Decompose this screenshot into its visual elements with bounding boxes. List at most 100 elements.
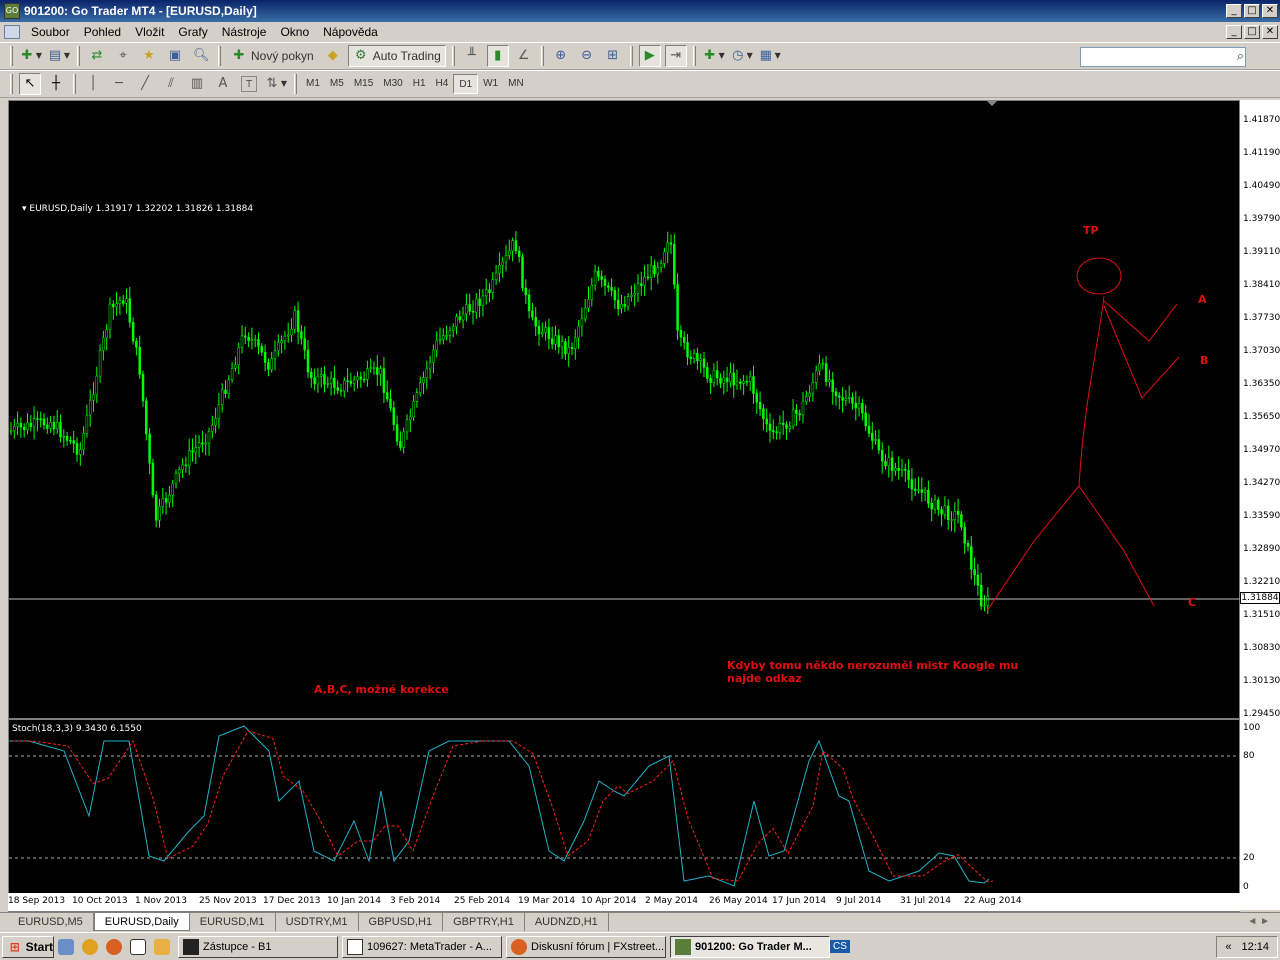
timeframe-m15[interactable]: M15 [349, 74, 378, 94]
candle-body [854, 403, 858, 409]
tab-eurusd-daily[interactable]: EURUSD,Daily [93, 913, 190, 931]
fibonacci-tool[interactable]: ▥ [186, 73, 208, 95]
timeframe-h1[interactable]: H1 [408, 74, 431, 94]
menu-vlozit[interactable]: Vložit [128, 25, 171, 39]
templates-button[interactable]: ▦ ▼ [758, 45, 782, 67]
date-axis[interactable]: 18 Sep 2013 10 Oct 2013 1 Nov 2013 25 Nov 2… [8, 893, 1240, 911]
language-indicator[interactable]: CS [830, 940, 850, 953]
metaeditor-button[interactable]: ◆ [322, 45, 344, 67]
chart-window-icon[interactable] [4, 25, 20, 39]
chart-shift-button[interactable]: ⇥ [664, 45, 687, 67]
cursor-tool[interactable]: ↖ [19, 73, 41, 95]
annotation-c[interactable]: C [1188, 596, 1196, 609]
timeframe-h4[interactable]: H4 [431, 74, 454, 94]
periods-button[interactable]: ◷ ▼ [730, 45, 754, 67]
start-button[interactable]: ⊞ Start [2, 935, 54, 958]
stick-figure-drawing[interactable] [986, 257, 1180, 612]
timeframe-m1[interactable]: M1 [301, 74, 325, 94]
bar-chart-button[interactable]: ╨ [461, 45, 483, 67]
tab-gbpusd-h1[interactable]: GBPUSD,H1 [359, 913, 444, 931]
close-button[interactable]: ✕ [1262, 4, 1278, 18]
tray-expand-button[interactable]: « [1225, 941, 1231, 953]
label-tool[interactable]: T [238, 73, 260, 95]
timeframe-w1[interactable]: W1 [478, 74, 503, 94]
tab-usdtry-m1[interactable]: USDTRY,M1 [276, 913, 359, 931]
chart-minimize-button[interactable]: _ [1226, 25, 1242, 39]
quicklaunch-firefox-icon[interactable] [106, 938, 122, 955]
horizontal-line-tool[interactable]: ─ [108, 73, 130, 95]
candle-body [577, 325, 580, 339]
task-metatrader[interactable]: 109627: MetaTrader - A... [342, 935, 502, 958]
menu-napoveda[interactable]: Nápověda [316, 25, 385, 39]
menu-nastroje[interactable]: Nástroje [215, 25, 274, 39]
annotation-abc-note[interactable]: A,B,C, možné korekce [314, 683, 449, 696]
indicators-button[interactable]: ✚ ▼ [702, 45, 726, 67]
chart-window[interactable]: ▾ EURUSD,Daily 1.31917 1.32202 1.31826 1… [8, 100, 1241, 913]
price-axis[interactable]: 1.41870 1.41190 1.40490 1.39790 1.39110 1.384… [1240, 100, 1280, 910]
menu-soubor[interactable]: Soubor [24, 25, 77, 39]
menu-grafy[interactable]: Grafy [171, 25, 214, 39]
candlestick-button[interactable]: ▮ [486, 45, 509, 67]
menu-pohled[interactable]: Pohled [77, 25, 128, 39]
quicklaunch-desktop-icon[interactable] [130, 938, 146, 955]
quicklaunch-app-icon[interactable] [154, 938, 170, 955]
market-watch-button[interactable]: ⇄ [86, 45, 108, 67]
timeframe-m30[interactable]: M30 [378, 74, 407, 94]
quicklaunch-media-icon[interactable] [82, 938, 98, 955]
candle-body [811, 382, 815, 394]
tab-eurusd-m5[interactable]: EURUSD,M5 [8, 913, 94, 931]
task-fxstreet[interactable]: Diskusní fórum | FXstreet... [506, 935, 666, 958]
annotation-note-line1[interactable]: Kdyby tomu někdo nerozuměl mistr Koogle … [727, 659, 1018, 672]
zoom-out-button[interactable]: ⊖ [576, 45, 598, 67]
chart-shift-marker[interactable] [987, 101, 997, 106]
crosshair-tool[interactable]: ┼ [45, 73, 67, 95]
auto-trading-button[interactable]: ⚙ Auto Trading [347, 45, 446, 67]
annotation-a[interactable]: A [1198, 293, 1207, 306]
strategy-tester-button[interactable]: 🔍︎ [190, 45, 212, 67]
timeframe-mn[interactable]: MN [503, 74, 529, 94]
new-chart-button[interactable]: ✚ ▼ [19, 45, 43, 67]
clock[interactable]: 12:14 [1241, 941, 1269, 953]
tab-eurusd-m1[interactable]: EURUSD,M1 [190, 913, 276, 931]
text-tool[interactable]: A [212, 73, 234, 95]
minimize-button[interactable]: _ [1226, 4, 1242, 18]
task-zastupce[interactable]: Zástupce - B1 [178, 935, 338, 958]
profiles-button[interactable]: ▤ ▼ [47, 45, 71, 67]
quicklaunch-ie-icon[interactable] [58, 938, 74, 955]
arrows-tool[interactable]: ⇅ ▼ [264, 73, 288, 95]
tile-windows-button[interactable]: ⊞ [602, 45, 624, 67]
line-chart-button[interactable]: ∠ [513, 45, 535, 67]
annotation-tp[interactable]: TP [1083, 224, 1099, 237]
search-input[interactable] [1080, 47, 1246, 67]
vertical-line-tool[interactable]: │ [82, 73, 104, 95]
toolbar-grip[interactable] [10, 46, 13, 66]
tab-gbptry-h1[interactable]: GBPTRY,H1 [443, 913, 525, 931]
chart-restore-button[interactable]: □ [1244, 25, 1260, 39]
terminal-button[interactable]: ▣ [164, 45, 186, 67]
tab-audnzd-h1[interactable]: AUDNZD,H1 [525, 913, 609, 931]
maximize-button[interactable]: □ [1244, 4, 1260, 18]
timeframe-d1[interactable]: D1 [453, 74, 479, 94]
candle-body [468, 304, 471, 312]
annotation-note-line2[interactable]: najde odkaz [727, 672, 802, 685]
search-icon[interactable]: ⌕ [1237, 49, 1244, 64]
price-tick: 1.30130 [1243, 676, 1280, 686]
chart-canvas[interactable] [9, 101, 1241, 913]
tab-scroll-arrows[interactable]: ◄ ► [1247, 916, 1270, 927]
zoom-in-button[interactable]: ⊕ [550, 45, 572, 67]
candle-body [98, 350, 102, 377]
trendline-tool[interactable]: ╱ [134, 73, 156, 95]
candle-body [649, 264, 653, 278]
chart-close-button[interactable]: ✕ [1262, 25, 1278, 39]
menu-okno[interactable]: Okno [273, 25, 316, 39]
candle-body [253, 339, 257, 341]
channel-tool[interactable]: ⫽ [160, 73, 182, 95]
new-order-button[interactable]: ✚ Nový pokyn [227, 45, 318, 67]
auto-scroll-button[interactable]: ▶ [638, 45, 661, 67]
navigator-button[interactable]: ★ [138, 45, 160, 67]
data-window-button[interactable]: ⌖ [112, 45, 134, 67]
timeframe-m5[interactable]: M5 [325, 74, 349, 94]
annotation-b[interactable]: B [1200, 354, 1208, 367]
toolbar-grip[interactable] [10, 74, 13, 94]
task-go-trader[interactable]: 901200: Go Trader M... [670, 935, 830, 958]
